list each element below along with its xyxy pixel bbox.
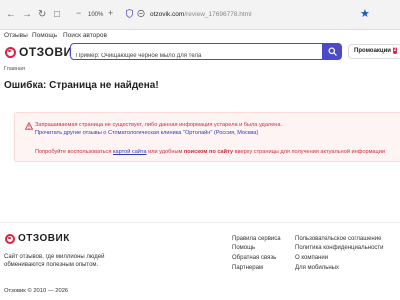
search-input[interactable]	[71, 48, 322, 64]
hint-after: вверху страницы для получения актуальной…	[233, 149, 385, 155]
footer-logo-text: ОТЗОВИК	[18, 233, 70, 244]
reload-icon[interactable]: ↻	[38, 9, 46, 21]
footer-tagline-2: обмениваются полезным опытом.	[4, 262, 99, 268]
logo-icon	[5, 46, 16, 58]
footer-link-user-agreement[interactable]: Пользовательское соглашение	[295, 235, 381, 243]
sitemap-link[interactable]: картой сайта	[113, 149, 147, 155]
tabs-icon[interactable]: □	[54, 9, 60, 21]
url-domain: otzovik.com	[150, 11, 185, 18]
url-path: /review_17696778.html	[184, 11, 252, 18]
page-title: Ошибка: Страница не найдена!	[4, 80, 159, 91]
top-nav: Отзывы Помощь Поиск авторов	[0, 30, 400, 42]
site-search-hint: поиском по сайту	[183, 149, 234, 155]
bookmark-star-icon[interactable]: ★	[360, 7, 370, 20]
footer-link-rules[interactable]: Правила сервиса	[232, 235, 281, 243]
zoom-out-icon[interactable]: −	[76, 8, 81, 18]
error-message-box: Запрашиваемая страница не существует, ли…	[14, 112, 400, 162]
site-info-icon[interactable]	[137, 9, 145, 18]
search-field[interactable]	[70, 43, 323, 64]
zoom-level[interactable]: 100%	[88, 9, 103, 21]
footer-link-mobile[interactable]: Для мобильных	[295, 264, 339, 272]
footer-link-privacy[interactable]: Политика конфиденциальности	[295, 244, 384, 252]
footer-tagline-1: Сайт отзывов, где миллионы людей	[4, 254, 105, 260]
back-icon[interactable]: ←	[6, 9, 16, 21]
footer-divider	[0, 222, 400, 223]
footer-logo-icon	[5, 233, 15, 244]
other-reviews-link[interactable]: Прочитать другие отзывы о Стоматологичес…	[35, 130, 258, 136]
breadcrumb-home[interactable]: Главная	[4, 65, 25, 73]
footer-link-help[interactable]: Помощь	[232, 244, 255, 252]
footer-logo[interactable]: ОТЗОВИК	[5, 233, 70, 244]
forward-icon[interactable]: →	[22, 9, 32, 21]
promo-button[interactable]: Промоакции 2	[348, 44, 400, 59]
search-button[interactable]	[323, 43, 342, 60]
copyright: Отзовик © 2010 — 2026	[4, 288, 69, 294]
toplink-author-search[interactable]: Поиск авторов	[63, 30, 107, 42]
browser-toolbar: ← → ↻ □ − 100% + otzovik.com/review_1769…	[0, 0, 400, 30]
search-icon	[328, 47, 337, 56]
footer-link-partners[interactable]: Партнерам	[232, 264, 263, 272]
zoom-in-icon[interactable]: +	[108, 8, 113, 18]
toplink-reviews[interactable]: Отзывы	[4, 30, 28, 42]
promo-badge: 2	[392, 47, 398, 54]
warning-icon	[25, 122, 33, 130]
toplink-help[interactable]: Помощь	[32, 30, 57, 42]
error-hint: Попробуйте воспользоваться картой сайта …	[35, 148, 385, 156]
promo-label: Промоакции	[354, 48, 391, 54]
address-bar[interactable]: otzovik.com/review_17696778.html	[150, 10, 252, 20]
shield-icon[interactable]	[126, 9, 133, 18]
error-text: Запрашиваемая страница не существует, ли…	[35, 122, 283, 128]
hint-middle: или удобным	[146, 149, 184, 155]
hint-before: Попробуйте воспользоваться	[35, 149, 113, 155]
footer-link-about[interactable]: О компании	[295, 254, 328, 262]
footer-link-feedback[interactable]: Обратная связь	[232, 254, 276, 262]
